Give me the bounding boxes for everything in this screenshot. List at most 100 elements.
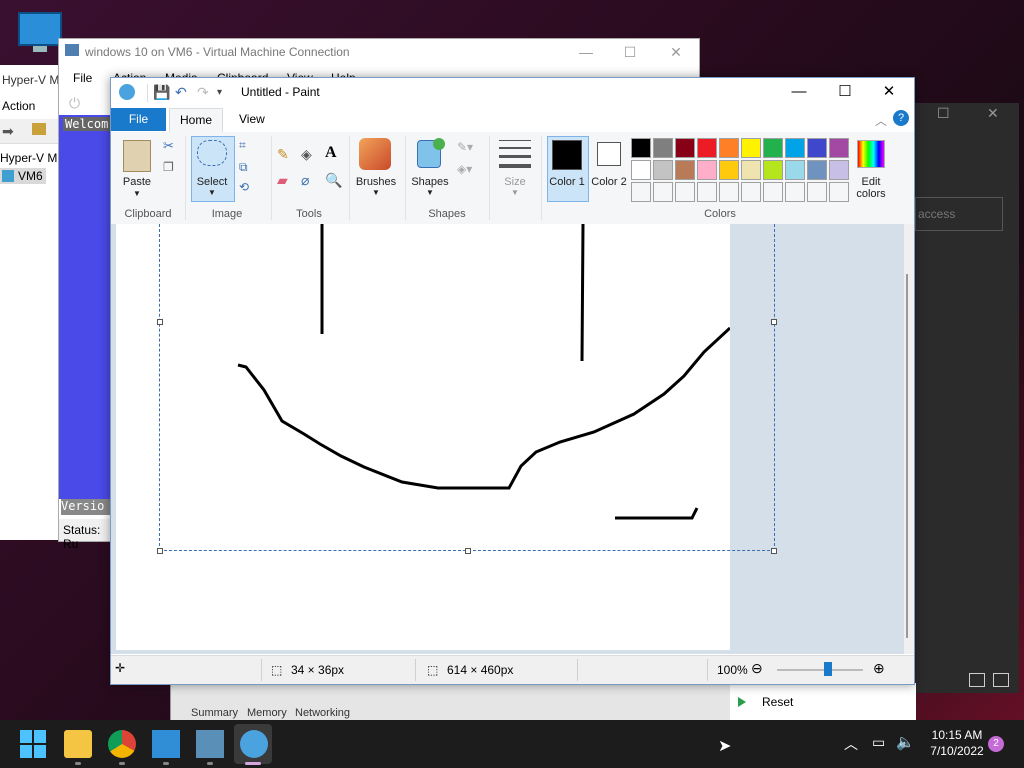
hyperv-tree-root[interactable]: Hyper-V M [0,151,57,165]
tile-view-icon[interactable] [993,673,1009,687]
brushes-icon[interactable] [359,138,391,170]
vm-screen[interactable] [59,115,111,499]
collapse-ribbon-icon[interactable]: ︿ [875,112,887,129]
copy-icon[interactable]: ❐ [163,160,174,174]
pencil-icon[interactable]: ✎ [277,146,289,163]
reset-action[interactable]: Reset [730,683,916,720]
resize-handle[interactable] [465,548,471,554]
palette-swatch[interactable] [785,182,805,202]
tab-home[interactable]: Home [169,108,223,133]
paste-dropdown-icon[interactable]: ▼ [117,189,157,198]
close-button[interactable]: ✕ [987,105,999,122]
brushes-label[interactable]: Brushes [351,176,401,188]
shape-fill-icon[interactable]: ◈▾ [457,162,472,176]
help-icon[interactable]: ? [893,110,909,126]
resize-handle[interactable] [771,548,777,554]
palette-swatch[interactable] [631,182,651,202]
zoom-in-icon[interactable]: ⊕ [873,660,885,677]
palette-swatch[interactable] [829,138,849,158]
palette-swatch[interactable] [697,182,717,202]
palette-swatch[interactable] [741,160,761,180]
palette-swatch[interactable] [631,138,651,158]
palette-swatch[interactable] [829,160,849,180]
palette-swatch[interactable] [741,182,761,202]
minimize-button[interactable]: — [777,82,821,104]
undo-icon[interactable]: ↶ [175,84,187,101]
volume-icon[interactable]: 🔈 [896,733,915,751]
customize-qa-icon[interactable]: ▾ [217,87,222,98]
show-hidden-icons[interactable]: ︿ [844,734,858,754]
start-button[interactable] [20,730,48,758]
palette-swatch[interactable] [697,138,717,158]
palette-swatch[interactable] [785,160,805,180]
palette-swatch[interactable] [763,160,783,180]
palette-swatch[interactable] [631,160,651,180]
magnifier-icon[interactable]: 🔍 [325,172,342,189]
shapes-label[interactable]: Shapes [407,176,453,188]
save-icon[interactable]: 💾 [153,84,170,101]
edit-colors-label[interactable]: Edit colors [849,176,893,200]
crop-icon[interactable]: ⌗ [239,138,246,153]
power-icon[interactable]: ⏻ [69,95,80,112]
hyperv-manager-icon[interactable] [196,730,224,758]
tab-memory[interactable]: Memory [247,707,287,719]
color2-label[interactable]: Color 2 [591,176,627,188]
maximize-button[interactable]: ☐ [823,82,867,104]
palette-swatch[interactable] [785,138,805,158]
palette-swatch[interactable] [741,138,761,158]
list-view-icon[interactable] [969,673,985,687]
size-label[interactable]: Size [495,176,535,188]
color-picker-icon[interactable]: ⌀ [301,172,309,189]
palette-swatch[interactable] [653,138,673,158]
minimize-button[interactable]: — [563,39,609,67]
server-manager-icon[interactable] [152,730,180,758]
zoom-out-icon[interactable]: ⊖ [751,660,763,677]
resize-handle[interactable] [771,319,777,325]
desktop-icon-computer[interactable] [14,10,64,72]
palette-swatch[interactable] [807,160,827,180]
redo-icon[interactable]: ↷ [197,84,209,101]
size-dropdown-icon[interactable]: ▼ [495,188,535,197]
palette-swatch[interactable] [763,182,783,202]
scrollbar-thumb[interactable] [906,274,908,638]
menu-file[interactable]: File [73,71,92,85]
zoom-slider-track[interactable] [777,669,863,671]
tab-file[interactable]: File [111,108,166,131]
palette-swatch[interactable] [829,182,849,202]
palette-swatch[interactable] [653,182,673,202]
tab-networking[interactable]: Networking [295,707,350,719]
file-explorer-icon[interactable] [64,730,92,758]
eraser-icon[interactable]: ▰ [277,172,288,189]
close-button[interactable]: ✕ [653,39,699,67]
access-field[interactable]: access [915,197,1003,231]
palette-swatch[interactable] [807,138,827,158]
paste-icon[interactable] [123,140,151,172]
edit-colors-icon[interactable] [857,140,885,168]
tab-summary[interactable]: Summary [191,707,238,719]
tab-view[interactable]: View [239,112,265,126]
brushes-dropdown-icon[interactable]: ▼ [351,188,401,197]
notification-badge[interactable]: 2 [988,736,1004,752]
resize-handle[interactable] [157,548,163,554]
palette-swatch[interactable] [697,160,717,180]
cut-icon[interactable]: ✂ [163,138,174,154]
paste-label[interactable]: Paste [117,176,157,188]
chrome-icon[interactable] [108,730,136,758]
palette-swatch[interactable] [763,138,783,158]
text-icon[interactable]: A [325,144,337,162]
palette-swatch[interactable] [675,182,695,202]
taskbar-clock[interactable]: 10:15 AM 7/10/2022 [920,727,994,759]
palette-swatch[interactable] [675,160,695,180]
palette-swatch[interactable] [807,182,827,202]
zoom-slider-thumb[interactable] [824,662,832,676]
maximize-button[interactable]: ☐ [607,39,653,67]
maximize-button[interactable]: ☐ [937,105,950,122]
canvas-resize-boundary[interactable] [159,224,775,551]
close-button[interactable]: ✕ [867,82,911,104]
resize-handle[interactable] [157,319,163,325]
resize-icon[interactable]: ⧉ [239,160,248,175]
palette-swatch[interactable] [719,182,739,202]
network-icon[interactable]: ▭ [872,734,885,751]
back-arrow-icon[interactable]: ➡ [2,123,14,140]
folder-icon[interactable] [32,123,46,135]
